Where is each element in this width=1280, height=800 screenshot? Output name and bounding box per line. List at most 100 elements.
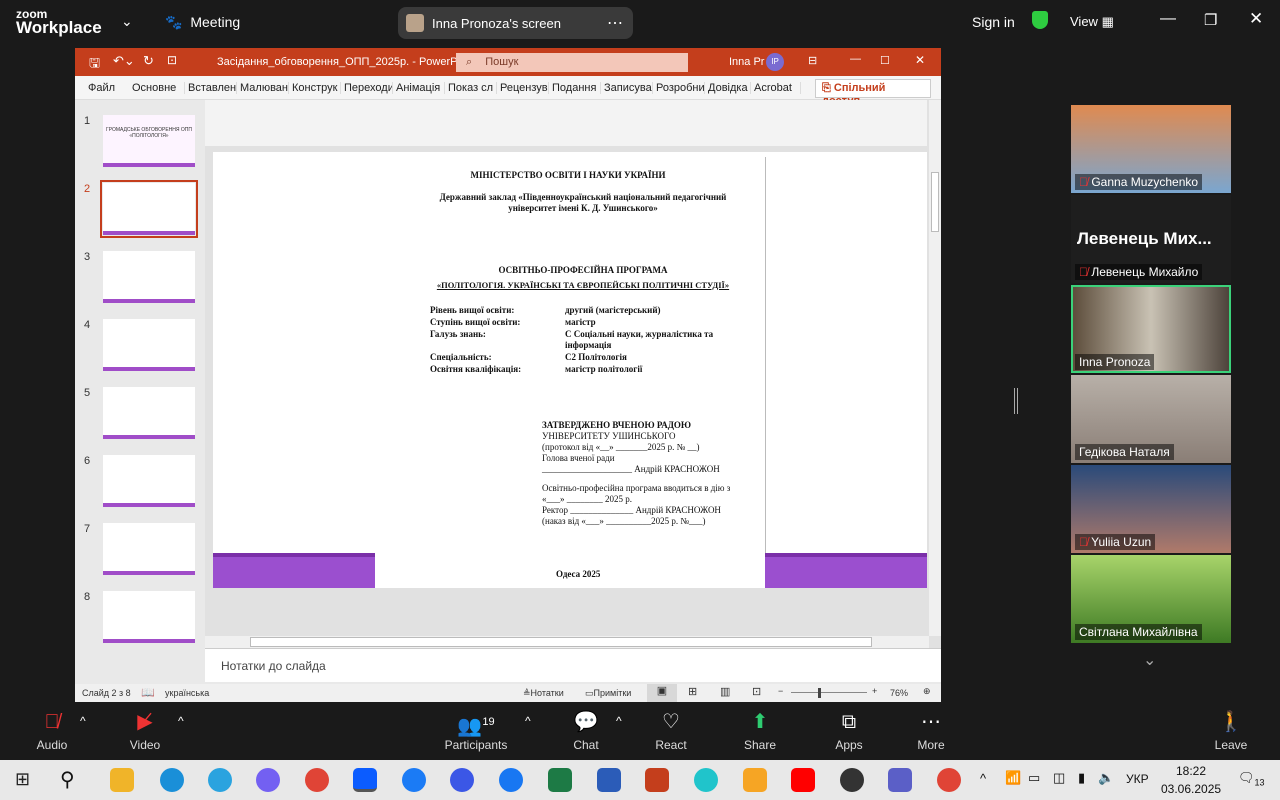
- excel-icon[interactable]: [548, 768, 572, 792]
- audio-button[interactable]: 🎙̸ Audio: [12, 702, 92, 760]
- share-screen-button[interactable]: ⬆ Share: [720, 702, 800, 760]
- slide-thumbnail-4[interactable]: [103, 319, 195, 371]
- tab-animations[interactable]: Анімація: [393, 81, 445, 94]
- user-avatar[interactable]: IP: [766, 53, 784, 71]
- slide-sorter-icon[interactable]: ⊞: [688, 685, 697, 698]
- tab-developer[interactable]: Розробни: [653, 81, 705, 94]
- chat-button[interactable]: 💬 Chat: [546, 702, 626, 760]
- tab-design[interactable]: Конструк: [289, 81, 341, 94]
- shield-check-icon[interactable]: [1032, 11, 1048, 29]
- fit-slide-icon[interactable]: ⊕: [923, 686, 931, 697]
- scroll-thumb[interactable]: [931, 172, 939, 232]
- comments-button[interactable]: ▭Примітки: [585, 688, 631, 699]
- powerpoint-icon[interactable]: [645, 768, 669, 792]
- tab-file[interactable]: Файл: [85, 82, 129, 94]
- viber-icon[interactable]: [256, 768, 280, 792]
- youtube-icon[interactable]: [791, 768, 815, 792]
- share-button[interactable]: ⎘ Спільний доступ: [815, 79, 931, 107]
- app-icon[interactable]: [743, 768, 767, 792]
- notifications-icon[interactable]: 🗨13: [1238, 770, 1265, 788]
- ribbon-display-icon[interactable]: ⊟: [808, 54, 817, 67]
- zoom-in-button[interactable]: +: [872, 686, 877, 696]
- participant-tile[interactable]: 🎙̸ Ganna Muzychenko: [1071, 105, 1231, 193]
- app-icon[interactable]: [840, 768, 864, 792]
- vertical-scrollbar[interactable]: [929, 100, 941, 636]
- minimize-button[interactable]: —: [1160, 10, 1176, 28]
- tab-help[interactable]: Довідка: [705, 81, 751, 94]
- undo-icon[interactable]: ↶⌄: [113, 53, 135, 69]
- sign-in-button[interactable]: Sign in: [972, 14, 1015, 30]
- slide-thumbnail-1[interactable]: ГРОМАДСЬКЕ ОБГОВОРЕННЯ ОПП «ПОЛІТОЛОГІЯ»: [103, 115, 195, 167]
- slide-thumbnail-5[interactable]: [103, 387, 195, 439]
- participant-tile[interactable]: Левенець Мих... 🎙̸ Левенець Михайло: [1071, 195, 1231, 283]
- view-button[interactable]: View ▦: [1070, 14, 1114, 30]
- volume-icon[interactable]: 🔈: [1098, 770, 1114, 786]
- language[interactable]: українська: [165, 688, 209, 698]
- messenger-icon[interactable]: [402, 768, 426, 792]
- splitter-handle[interactable]: [1014, 388, 1018, 414]
- close-button[interactable]: ✕: [915, 53, 925, 67]
- tab-review[interactable]: Рецензув: [497, 81, 549, 94]
- tab-transitions[interactable]: Переходи: [341, 81, 393, 94]
- zoom-slider[interactable]: [791, 692, 867, 693]
- windows-start-icon[interactable]: ⊞: [15, 769, 30, 790]
- minimize-button[interactable]: —: [850, 53, 861, 65]
- chrome-icon[interactable]: [937, 768, 961, 792]
- tab-view[interactable]: Подання: [549, 81, 601, 94]
- facebook-icon[interactable]: [499, 768, 523, 792]
- slide-thumbnail-8[interactable]: [103, 591, 195, 643]
- clock-time[interactable]: 18:22: [1176, 764, 1206, 778]
- canva-icon[interactable]: [694, 768, 718, 792]
- current-slide[interactable]: МІНІСТЕРСТВО ОСВІТИ І НАУКИ УКРАЇНИ Держ…: [213, 152, 927, 588]
- participants-caret[interactable]: ^: [525, 714, 531, 728]
- signal-icon[interactable]: [450, 768, 474, 792]
- zoom-slider-thumb[interactable]: [818, 688, 821, 698]
- edge-icon[interactable]: [160, 768, 184, 792]
- more-button[interactable]: ⋯ More: [891, 702, 971, 760]
- meeting-menu[interactable]: 🐾 Meeting: [165, 14, 240, 31]
- chat-caret[interactable]: ^: [616, 714, 622, 728]
- battery-icon[interactable]: ▭: [1028, 770, 1040, 786]
- participant-tile[interactable]: Гедікова Наталя: [1071, 375, 1231, 463]
- file-explorer-icon[interactable]: [110, 768, 134, 792]
- chrome-icon[interactable]: [305, 768, 329, 792]
- slide-thumbnail-2[interactable]: [100, 180, 198, 238]
- react-button[interactable]: ♡ React: [631, 702, 711, 760]
- participant-tile[interactable]: 🎙̸ Yuliia Uzun: [1071, 465, 1231, 553]
- participants-button[interactable]: 👥19 Participants: [436, 702, 516, 760]
- slide-thumbnail-7[interactable]: [103, 523, 195, 575]
- notes-pane[interactable]: Нотатки до слайда: [205, 648, 941, 682]
- apps-button[interactable]: ⧉ Apps: [809, 702, 889, 760]
- video-options-caret[interactable]: ^: [178, 714, 184, 728]
- notes-button[interactable]: ≜Нотатки: [523, 688, 564, 699]
- slide-thumbnail-3[interactable]: [103, 251, 195, 303]
- clock-date[interactable]: 03.06.2025: [1161, 782, 1221, 796]
- normal-view-icon[interactable]: ▣: [647, 684, 677, 702]
- tab-home[interactable]: Основне: [129, 81, 185, 94]
- slideshow-icon[interactable]: ⊡: [752, 685, 761, 698]
- save-icon[interactable]: 🖫: [89, 54, 100, 76]
- camera-icon[interactable]: ◫: [1053, 770, 1065, 786]
- screen-share-indicator[interactable]: Inna Pronoza's screen ⋯: [398, 7, 633, 39]
- mic-icon[interactable]: ▮: [1078, 770, 1085, 786]
- tray-chevron-icon[interactable]: ^: [980, 771, 986, 786]
- chevron-down-icon[interactable]: ⌄: [1143, 650, 1156, 670]
- present-icon[interactable]: ⊡: [167, 53, 177, 67]
- zoom-out-button[interactable]: −: [778, 686, 783, 696]
- tab-acrobat[interactable]: Acrobat: [751, 81, 801, 94]
- redo-icon[interactable]: ↻: [143, 53, 154, 69]
- accessibility-icon[interactable]: 📖: [141, 686, 155, 699]
- scroll-thumb[interactable]: [250, 637, 872, 647]
- zoom-icon[interactable]: [353, 768, 377, 792]
- close-button[interactable]: ✕: [1249, 9, 1263, 29]
- more-icon[interactable]: ⋯: [607, 13, 623, 33]
- telegram-icon[interactable]: [208, 768, 232, 792]
- audio-options-caret[interactable]: ^: [80, 714, 86, 728]
- tab-insert[interactable]: Вставлені: [185, 81, 237, 94]
- reading-view-icon[interactable]: ▥: [720, 685, 730, 698]
- keyboard-language[interactable]: УКР: [1126, 772, 1149, 786]
- slide-thumbnail-6[interactable]: [103, 455, 195, 507]
- tab-slideshow[interactable]: Показ сл: [445, 81, 497, 94]
- teams-icon[interactable]: [888, 768, 912, 792]
- tab-record[interactable]: Записува: [601, 81, 653, 94]
